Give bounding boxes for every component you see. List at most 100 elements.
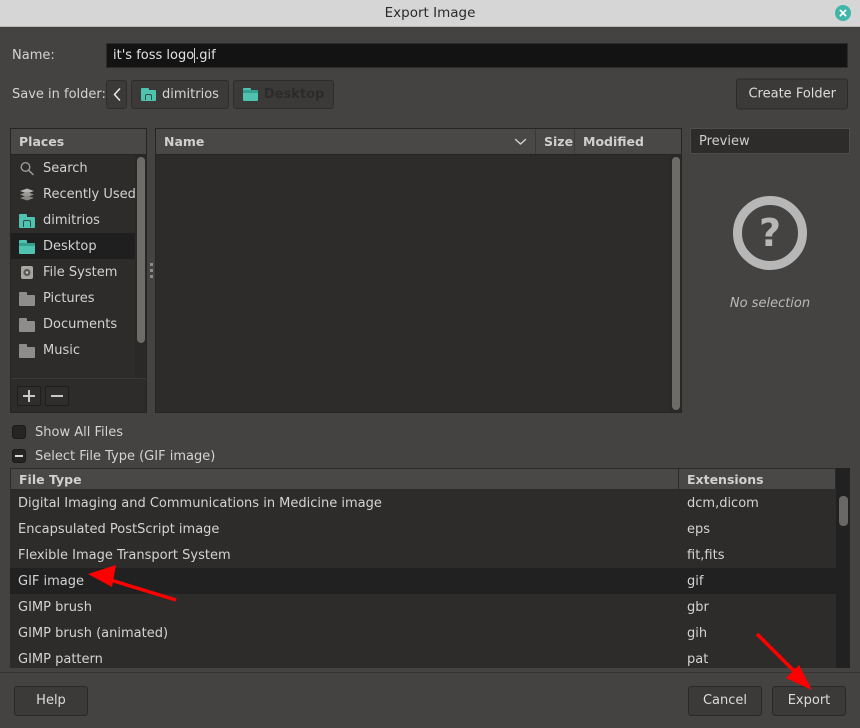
places-footer: [11, 378, 146, 412]
file-list-header: Name Size Modified: [156, 129, 681, 155]
name-label: Name:: [12, 48, 106, 63]
cancel-button[interactable]: Cancel: [688, 686, 762, 716]
sidebar-item-label: Documents: [43, 317, 117, 332]
sidebar-item-search[interactable]: Search: [11, 155, 146, 181]
dialog-footer: Help Cancel Export: [0, 672, 860, 728]
pane-splitter-handle[interactable]: [147, 128, 155, 413]
drive-icon: [19, 265, 35, 280]
file-type-rows: Digital Imaging and Communications in Me…: [10, 490, 836, 668]
file-type-extensions: gif: [679, 574, 836, 589]
help-button[interactable]: Help: [14, 686, 88, 716]
show-all-files-label: Show All Files: [35, 425, 123, 440]
file-type-name: Flexible Image Transport System: [10, 548, 679, 563]
grip-dots-icon: [150, 263, 153, 278]
expander-minus-icon: [12, 449, 26, 463]
places-scrollbar-thumb[interactable]: [137, 157, 145, 343]
select-file-type-expander[interactable]: Select File Type (GIF image): [12, 444, 215, 468]
column-header-size[interactable]: Size: [536, 129, 575, 154]
file-type-name: Encapsulated PostScript image: [10, 522, 679, 537]
file-list-scrollbar[interactable]: [670, 155, 681, 412]
sidebar-item-file-system[interactable]: File System: [11, 259, 146, 285]
close-icon[interactable]: [835, 5, 851, 21]
places-list: Search Recently Used: [11, 155, 146, 378]
home-folder-icon: [19, 213, 35, 228]
folder-icon: [19, 317, 35, 332]
folder-icon: [19, 291, 35, 306]
export-button[interactable]: Export: [772, 686, 846, 716]
preview-pane: Preview ? No selection: [690, 128, 850, 413]
sidebar-item-recently-used[interactable]: Recently Used: [11, 181, 146, 207]
column-header-label: Name: [164, 134, 204, 149]
checkbox-icon: [12, 425, 26, 439]
places-scrollbar[interactable]: [135, 155, 146, 378]
file-type-name: GIF image: [10, 574, 679, 589]
file-type-extensions: gih: [679, 626, 836, 641]
window-title: Export Image: [385, 5, 476, 21]
save-in-folder-label: Save in folder:: [12, 87, 106, 102]
name-row: Name: it's foss logo.gif: [0, 36, 860, 74]
title-bar: Export Image: [0, 0, 860, 27]
sidebar-item-documents[interactable]: Documents: [11, 311, 146, 337]
file-type-extensions: dcm,dicom: [679, 496, 836, 511]
sidebar-item-label: Music: [43, 343, 80, 358]
file-type-extensions: fit,fits: [679, 548, 836, 563]
add-place-button[interactable]: [17, 386, 41, 406]
table-row[interactable]: Encapsulated PostScript image eps: [10, 516, 836, 542]
sidebar-item-label: File System: [43, 265, 117, 280]
column-header-modified[interactable]: Modified: [575, 129, 681, 154]
table-row[interactable]: GIMP brush gbr: [10, 594, 836, 620]
sidebar-item-label: Desktop: [43, 239, 97, 254]
places-header: Places: [11, 129, 146, 155]
chevron-down-icon[interactable]: [514, 134, 527, 149]
table-row[interactable]: GIMP brush (animated) gih: [10, 620, 836, 646]
home-folder-icon: [141, 88, 156, 101]
name-input-text-after: .gif: [195, 48, 216, 63]
file-list-body[interactable]: [156, 155, 681, 412]
search-icon: [19, 161, 35, 176]
file-list-scrollbar-thumb[interactable]: [672, 157, 680, 410]
file-type-table: File Type Extensions Digital Imaging and…: [10, 468, 850, 668]
file-type-extensions: pat: [679, 652, 836, 667]
file-type-name: GIMP brush: [10, 600, 679, 615]
sidebar-item-pictures[interactable]: Pictures: [11, 285, 146, 311]
show-all-files-checkbox[interactable]: Show All Files: [12, 420, 215, 444]
create-folder-button[interactable]: Create Folder: [736, 79, 848, 110]
remove-place-button[interactable]: [45, 386, 69, 406]
breadcrumb: dimitrios Desktop: [106, 80, 334, 109]
sidebar-item-label: Pictures: [43, 291, 94, 306]
table-row-selected-gif-image[interactable]: GIF image gif: [10, 568, 836, 594]
file-type-name: GIMP brush (animated): [10, 626, 679, 641]
table-row[interactable]: GIMP pattern pat: [10, 646, 836, 668]
name-input[interactable]: it's foss logo.gif: [106, 43, 848, 68]
minus-icon: [50, 389, 64, 403]
file-type-scrollbar[interactable]: [836, 468, 850, 668]
select-file-type-label: Select File Type (GIF image): [35, 449, 215, 464]
file-type-name: Digital Imaging and Communications in Me…: [10, 496, 679, 511]
chevron-left-icon[interactable]: [106, 80, 127, 109]
file-type-list: File Type Extensions Digital Imaging and…: [10, 468, 836, 668]
sidebar-item-music[interactable]: Music: [11, 337, 146, 363]
folder-icon: [19, 343, 35, 358]
file-type-name: GIMP pattern: [10, 652, 679, 667]
file-type-extensions: gbr: [679, 600, 836, 615]
file-type-header: File Type Extensions: [10, 468, 836, 490]
column-header-file-type[interactable]: File Type: [10, 468, 679, 490]
column-header-name[interactable]: Name: [156, 129, 536, 154]
breadcrumb-item-dimitrios[interactable]: dimitrios: [131, 80, 229, 109]
sidebar-item-dimitrios[interactable]: dimitrios: [11, 207, 146, 233]
recent-icon: [19, 187, 35, 202]
question-mark-circle-icon: ?: [733, 196, 807, 270]
folder-icon: [19, 239, 35, 254]
file-type-scrollbar-thumb[interactable]: [839, 496, 848, 526]
column-header-extensions[interactable]: Extensions: [679, 468, 836, 490]
export-image-dialog: Export Image Name: it's foss logo.gif Sa…: [0, 0, 860, 728]
sidebar-item-label: dimitrios: [43, 213, 100, 228]
save-in-folder-row: Save in folder: dimitrios Desktop Create: [0, 74, 860, 114]
places-pane: Places Search: [10, 128, 147, 413]
preview-header: Preview: [690, 128, 850, 154]
breadcrumb-item-desktop[interactable]: Desktop: [233, 80, 334, 109]
sidebar-item-desktop[interactable]: Desktop: [11, 233, 146, 259]
table-row[interactable]: Flexible Image Transport System fit,fits: [10, 542, 836, 568]
breadcrumb-item-label: dimitrios: [162, 87, 219, 102]
table-row[interactable]: Digital Imaging and Communications in Me…: [10, 490, 836, 516]
